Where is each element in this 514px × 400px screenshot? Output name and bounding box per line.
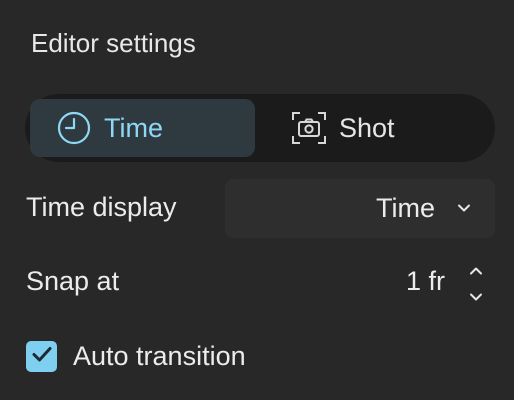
time-display-select[interactable]: Time [225,179,495,238]
snap-at-stepper [466,262,486,306]
chevron-down-icon [457,200,471,218]
auto-transition-option[interactable]: Auto transition [26,341,246,372]
camera-icon [291,110,327,146]
stepper-down-button[interactable] [466,288,486,308]
mode-option-time-label: Time [104,112,163,143]
mode-toggle: Time Shot [25,94,495,162]
time-display-label: Time display [26,192,177,222]
checkmark-icon [31,345,53,368]
snap-at-value[interactable]: 1 fr [406,266,445,297]
mode-option-shot-label: Shot [339,112,395,143]
chevron-up-icon [469,263,483,281]
auto-transition-checkbox[interactable] [26,341,57,372]
stepper-up-button[interactable] [466,262,486,282]
snap-at-label: Snap at [26,266,120,296]
mode-option-shot[interactable]: Shot [291,99,481,157]
clock-icon [56,110,92,146]
mode-option-time[interactable]: Time [30,99,255,157]
auto-transition-label: Auto transition [73,341,246,371]
panel-title: Editor settings [31,28,196,58]
chevron-down-icon [469,289,483,307]
time-display-value: Time [376,193,435,223]
